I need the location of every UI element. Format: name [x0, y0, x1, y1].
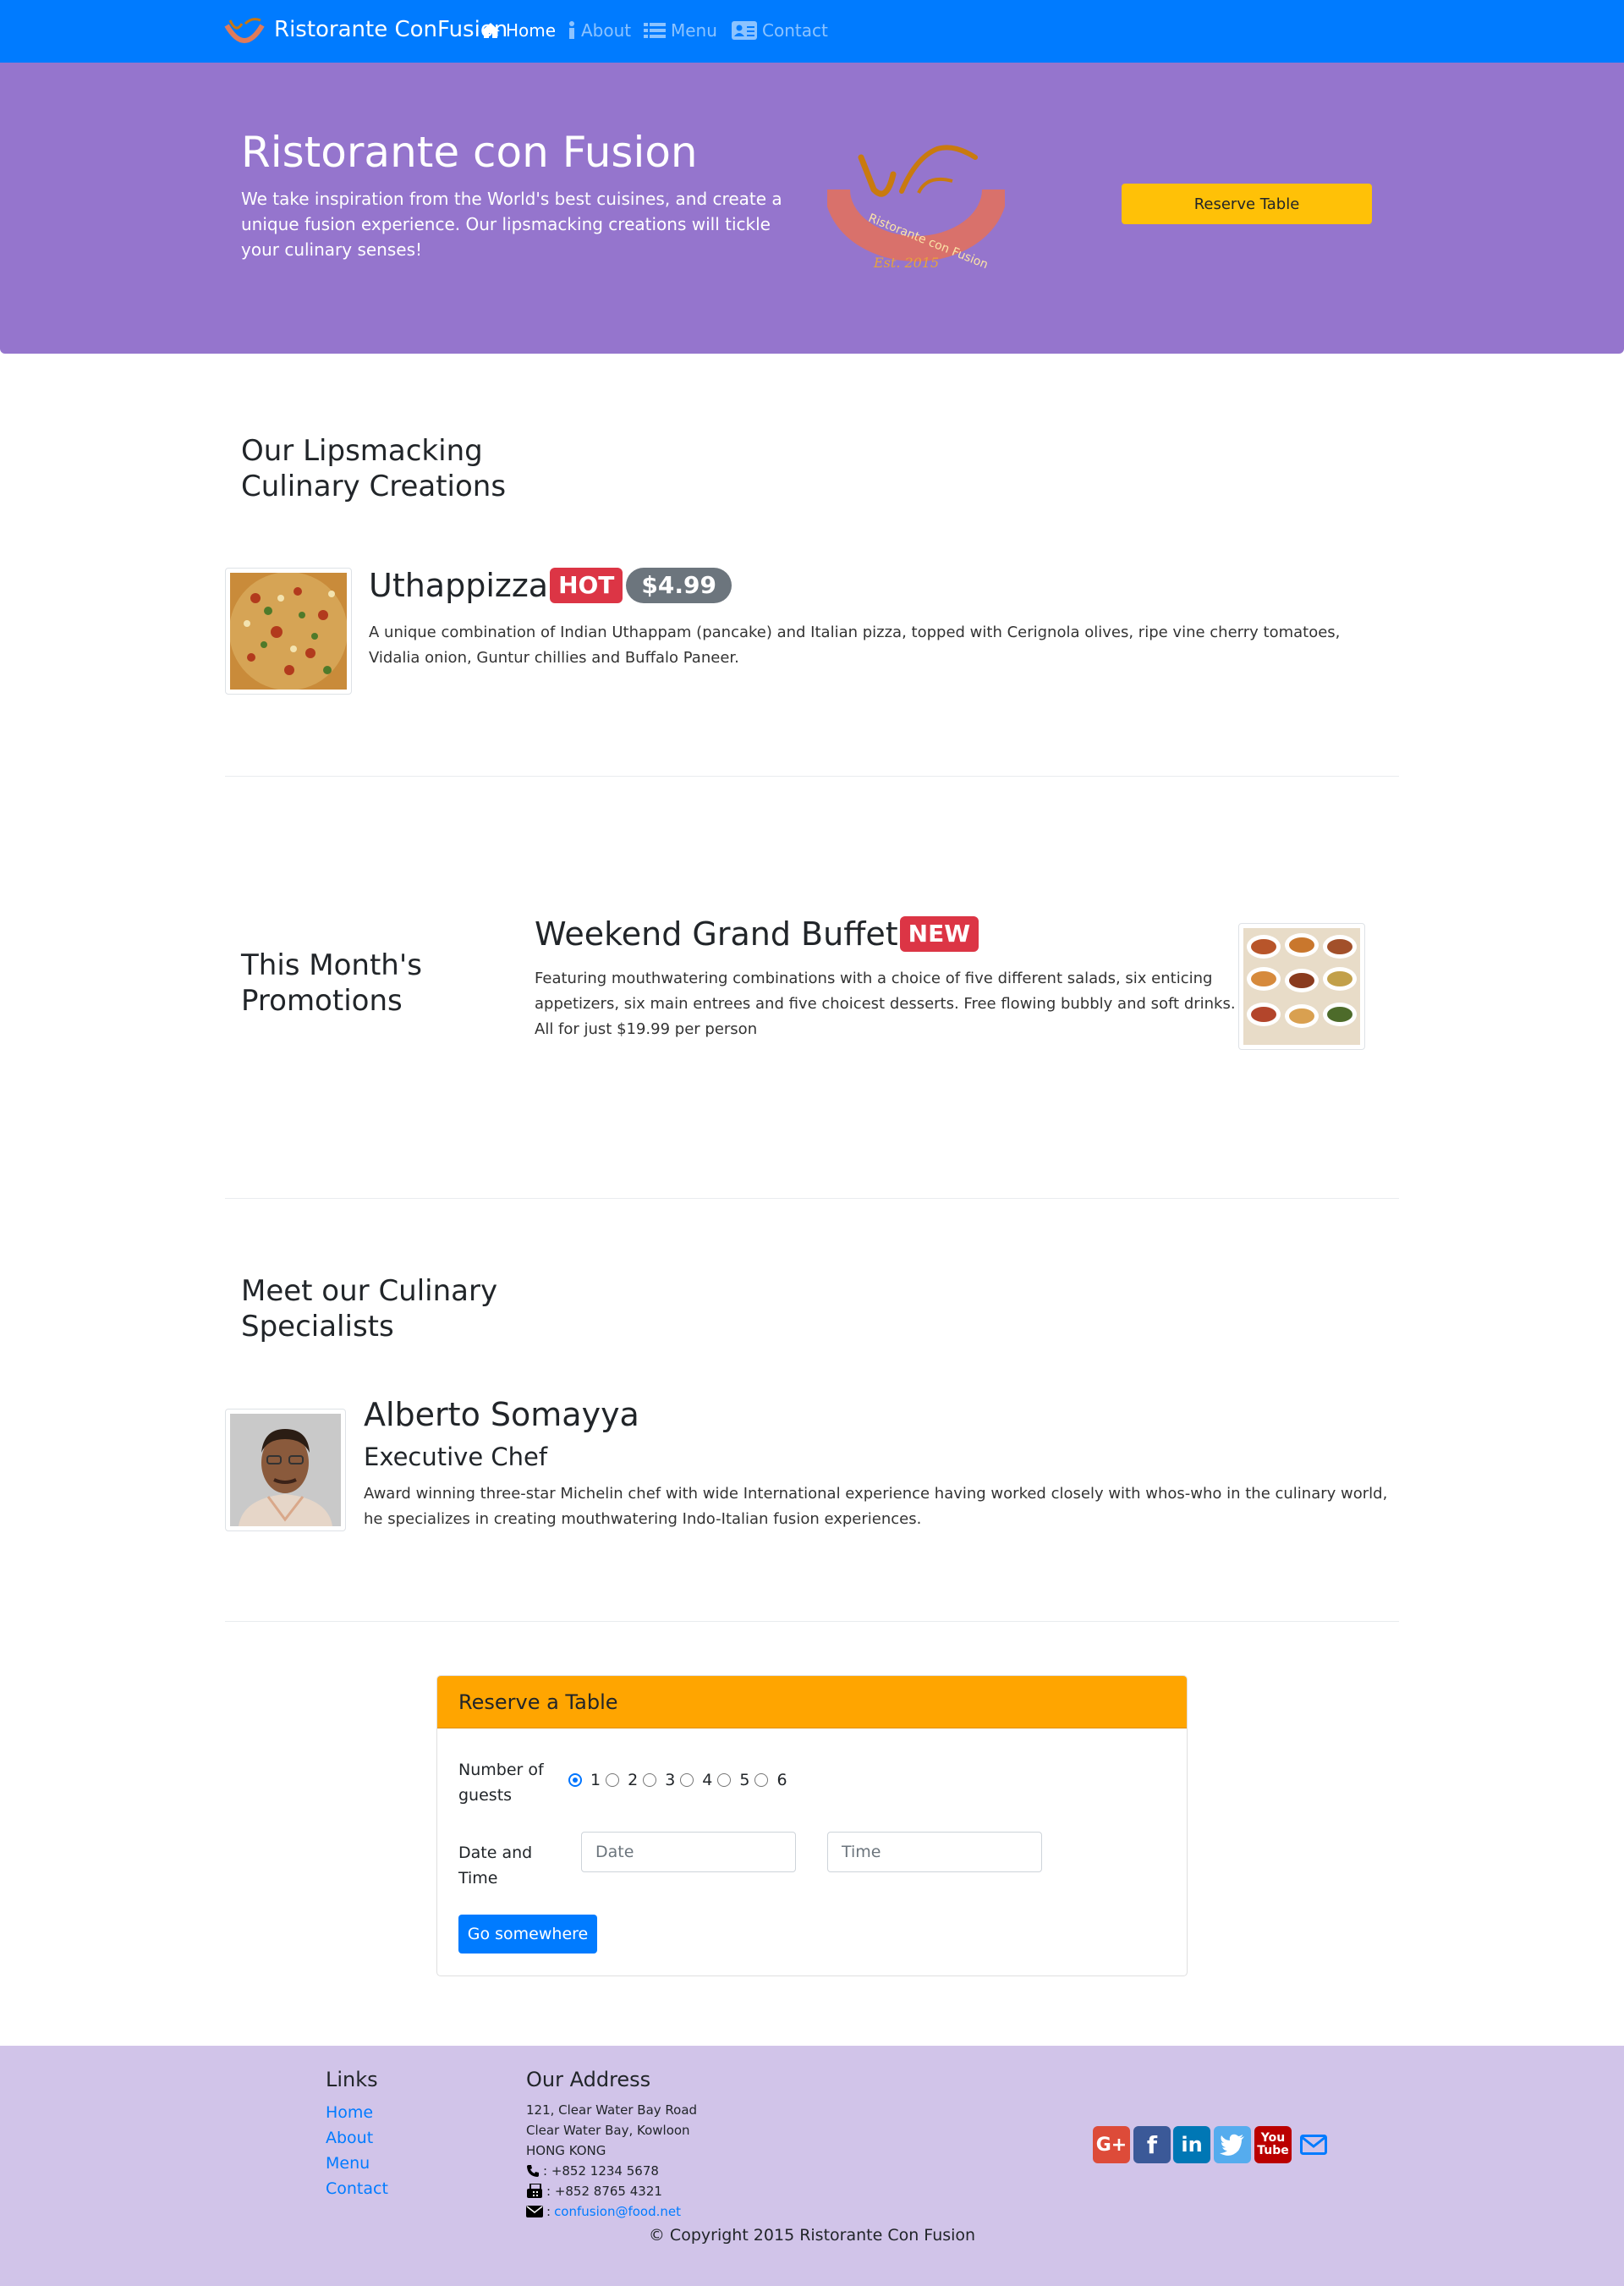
envelope-icon[interactable]: [1295, 2126, 1332, 2163]
jumbotron-description: We take inspiration from the World's bes…: [241, 189, 782, 260]
nav-about[interactable]: About: [568, 20, 631, 41]
info-icon: [569, 21, 574, 39]
nav-home-label: Home: [506, 20, 557, 41]
nav-contact[interactable]: Contact: [732, 20, 828, 41]
fax-number: : +852 8765 4321: [546, 2184, 662, 2199]
divider: [225, 1621, 1399, 1622]
nav-menu[interactable]: Menu: [644, 20, 717, 41]
footer-link-menu[interactable]: Menu: [326, 2154, 370, 2173]
copyright: © Copyright 2015 Ristorante Con Fusion: [648, 2226, 976, 2245]
chef-name: Alberto Somayya: [364, 1396, 639, 1433]
creations-heading: Our Lipsmacking Culinary Creations: [241, 434, 507, 503]
new-badge: NEW: [899, 916, 979, 952]
dish-name: Uthappizza: [369, 567, 549, 604]
navbar: Ristorante ConFusion Home About Menu Con…: [0, 0, 1624, 63]
fax-icon: [527, 2184, 542, 2198]
email-line: : confusion@food.net: [526, 2204, 681, 2219]
jumbotron-title: Ristorante con Fusion: [241, 128, 698, 177]
chef-description: Award winning three-star Michelin chef w…: [364, 1485, 1388, 1528]
guest-radio-1[interactable]: [568, 1773, 582, 1787]
guest-radio-4[interactable]: [680, 1773, 694, 1787]
guest-radio-label-5: 5: [739, 1771, 750, 1789]
email-prefix: :: [546, 2204, 551, 2219]
guests-radio-group: 1 2 3 4 5 6: [568, 1771, 793, 1789]
chef-designation: Executive Chef: [364, 1442, 548, 1471]
footer: [0, 2046, 1624, 2286]
address-line: HONG KONG: [526, 2143, 606, 2158]
divider: [225, 776, 1399, 777]
specialists-heading: Meet our Culinary Specialists: [241, 1274, 498, 1344]
promo-title: Weekend Grand Buffet NEW: [535, 915, 979, 953]
date-input[interactable]: Date: [581, 1832, 796, 1872]
chef-photo: [225, 1409, 346, 1531]
guest-radio-3[interactable]: [643, 1773, 657, 1787]
guest-radio-label-3: 3: [665, 1771, 676, 1789]
reservation-card: Reserve a Table Number of guests 1 2 3 4…: [436, 1675, 1188, 1976]
list-icon: [644, 23, 666, 38]
reservation-title: Reserve a Table: [458, 1690, 618, 1714]
hot-badge: HOT: [550, 568, 623, 603]
footer-links-heading: Links: [326, 2068, 378, 2091]
facebook-icon[interactable]: f: [1133, 2126, 1171, 2163]
guest-radio-label-6: 6: [776, 1771, 787, 1789]
svg-text:Est. 2015: Est. 2015: [873, 255, 939, 271]
dish-title: Uthappizza HOT $4.99: [369, 567, 732, 604]
guest-radio-6[interactable]: [754, 1773, 769, 1787]
promo-description: Featuring mouthwatering combinations wit…: [535, 970, 1236, 1038]
email-link[interactable]: confusion@food.net: [554, 2204, 681, 2219]
youtube-icon[interactable]: You Tube: [1254, 2126, 1292, 2163]
nav-contact-label: Contact: [762, 20, 828, 41]
reserve-table-button[interactable]: Reserve Table: [1122, 184, 1372, 224]
guest-radio-label-1: 1: [590, 1771, 601, 1789]
price-badge: $4.99: [626, 568, 732, 603]
guests-label: Number of guests: [458, 1761, 544, 1805]
brand-name[interactable]: Ristorante ConFusion: [274, 17, 508, 42]
phone-number: : +852 1234 5678: [543, 2163, 659, 2179]
fax-line: : +852 8765 4321: [526, 2184, 662, 2199]
jumbotron: Ristorante con Fusion We take inspiratio…: [0, 63, 1624, 354]
promo-name: Weekend Grand Buffet: [535, 915, 898, 953]
nav-about-label: About: [581, 20, 632, 41]
address-line: Clear Water Bay, Kowloon: [526, 2123, 690, 2138]
phone-line: : +852 1234 5678: [526, 2163, 659, 2179]
time-input[interactable]: Time: [827, 1832, 1042, 1872]
address-card-icon: [732, 21, 757, 40]
linkedin-icon[interactable]: in: [1173, 2126, 1210, 2163]
footer-address-heading: Our Address: [526, 2068, 651, 2091]
nav-menu-label: Menu: [671, 20, 717, 41]
datetime-label: Date and Time: [458, 1844, 533, 1888]
reservation-card-header: Reserve a Table: [437, 1676, 1187, 1728]
phone-icon: [527, 2165, 539, 2177]
dish-description: A unique combination of Indian Uthappam …: [369, 624, 1341, 667]
promo-image: [1238, 923, 1365, 1050]
address-line: 121, Clear Water Bay Road: [526, 2102, 698, 2118]
submit-button[interactable]: Go somewhere: [458, 1915, 597, 1954]
envelope-solid-icon: [526, 2206, 543, 2217]
guest-radio-5[interactable]: [717, 1773, 732, 1787]
nav-home[interactable]: Home: [480, 20, 556, 41]
guest-radio-2[interactable]: [606, 1773, 620, 1787]
guest-radio-label-4: 4: [702, 1771, 713, 1789]
footer-link-contact[interactable]: Contact: [326, 2179, 388, 2198]
divider: [225, 1198, 1399, 1199]
brand-logo[interactable]: [223, 15, 266, 49]
home-icon: [481, 23, 500, 38]
footer-link-home[interactable]: Home: [326, 2103, 373, 2122]
restaurant-logo: Ristorante con Fusion Est. 2015: [825, 140, 1007, 276]
dish-image: [225, 568, 352, 695]
guest-radio-label-2: 2: [628, 1771, 639, 1789]
google-plus-icon[interactable]: G+: [1093, 2126, 1130, 2163]
twitter-icon[interactable]: [1214, 2126, 1251, 2163]
footer-link-about[interactable]: About: [326, 2129, 373, 2147]
promotions-heading: This Month's Promotions: [241, 948, 422, 1018]
